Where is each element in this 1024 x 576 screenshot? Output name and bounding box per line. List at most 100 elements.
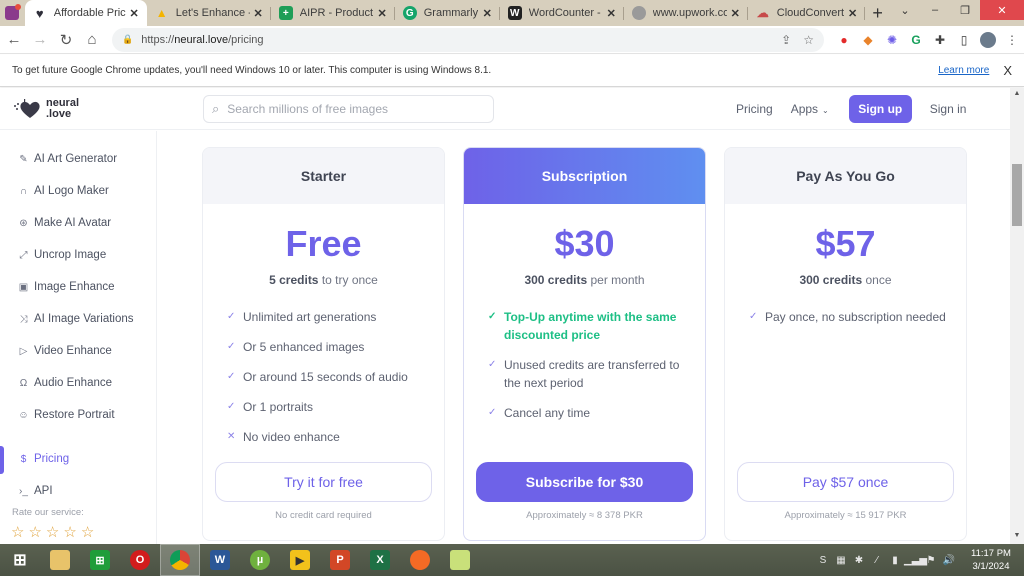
sidebar-item-label: Uncrop Image: [34, 249, 107, 261]
scroll-up-arrow-icon[interactable]: ▲: [1010, 90, 1024, 100]
reload-icon[interactable]: ↻: [54, 28, 78, 52]
star-icon[interactable]: ☆: [28, 525, 41, 541]
tab-cloudconvert[interactable]: ☁ CloudConvert ✕: [748, 0, 866, 26]
restore-button[interactable]: ❐: [950, 0, 980, 20]
more-menu-icon[interactable]: ⋮: [1000, 28, 1024, 52]
lock-icon[interactable]: 🔒: [122, 34, 133, 45]
system-clock[interactable]: 11:17 PM 3/1/2024: [962, 547, 1020, 573]
close-tab-icon[interactable]: ✕: [254, 7, 263, 20]
battery-tray-icon[interactable]: ▮: [886, 555, 904, 566]
scrollbar-thumb[interactable]: [1012, 164, 1022, 226]
close-tab-icon[interactable]: ✕: [731, 7, 740, 20]
try-for-free-button[interactable]: Try it for free: [215, 462, 432, 502]
excel-icon[interactable]: X: [360, 544, 400, 576]
media-player-icon[interactable]: ▶: [280, 544, 320, 576]
sidebar-item-api[interactable]: ›_ API: [18, 485, 53, 497]
firefox-icon[interactable]: [400, 544, 440, 576]
tab-grammarly[interactable]: G Grammarly ✕: [395, 0, 500, 26]
forward-arrow-icon[interactable]: →: [28, 28, 52, 52]
scroll-down-arrow-icon[interactable]: ▼: [1010, 532, 1024, 542]
word-icon[interactable]: W: [200, 544, 240, 576]
nav-pricing-link[interactable]: Pricing: [736, 102, 773, 116]
sidebar-item-ai-logo-maker[interactable]: ∩ AI Logo Maker: [18, 185, 109, 197]
extensions-puzzle-icon[interactable]: ✚: [928, 28, 952, 52]
plan-name: Pay As You Go: [725, 148, 966, 204]
sidebar-item-audio-enhance[interactable]: Ω Audio Enhance: [18, 377, 112, 389]
close-tab-icon[interactable]: ✕: [607, 7, 616, 20]
close-infobar-icon[interactable]: X: [1003, 63, 1012, 78]
network-signal-icon[interactable]: ▁▃▅: [904, 555, 927, 566]
tab-wordcounter[interactable]: W WordCounter - C ✕: [500, 0, 624, 26]
slack-tray-icon[interactable]: ✱: [850, 555, 868, 566]
minimize-button[interactable]: –: [920, 0, 950, 20]
star-icon[interactable]: ☆: [46, 525, 59, 541]
pay-once-button[interactable]: Pay $57 once: [737, 462, 954, 502]
tab-upwork[interactable]: www.upwork.com ✕: [624, 0, 748, 26]
sidebar-item-uncrop-image[interactable]: ⤢ Uncrop Image: [18, 249, 107, 261]
smile-icon: ☺: [18, 409, 29, 421]
tab-search-app-icon[interactable]: [0, 0, 25, 26]
sticky-notes-icon[interactable]: [440, 544, 480, 576]
star-icon[interactable]: ☆: [81, 525, 94, 541]
apps-label: Apps: [790, 102, 819, 116]
tab-affordable-pricing[interactable]: ♥ Affordable Pricing ✕: [24, 0, 147, 26]
sign-in-link[interactable]: Sign in: [930, 102, 967, 116]
address-bar[interactable]: 🔒 https://neural.love/pricing ⇪ ☆: [112, 27, 824, 52]
star-icon[interactable]: ☆: [63, 525, 76, 541]
terminal-icon: ›_: [19, 485, 28, 497]
sign-up-button[interactable]: Sign up: [848, 95, 912, 123]
page-scrollbar[interactable]: ▲ ▼: [1010, 88, 1024, 544]
close-tab-icon[interactable]: ✕: [378, 7, 387, 20]
sidebar-item-label: Audio Enhance: [34, 377, 113, 389]
side-panel-icon[interactable]: ▯: [952, 28, 976, 52]
new-tab-button[interactable]: +: [865, 0, 890, 26]
utorrent-icon[interactable]: µ: [240, 544, 280, 576]
star-icon[interactable]: ☆: [11, 525, 24, 541]
clock-time: 11:17 PM: [971, 548, 1011, 559]
sidebar-item-image-enhance[interactable]: ▣ Image Enhance: [18, 281, 115, 293]
skype-tray-icon[interactable]: S: [814, 555, 832, 566]
close-window-button[interactable]: ✕: [980, 0, 1024, 20]
windows-store-icon[interactable]: ⊞: [80, 544, 120, 576]
learn-more-link[interactable]: Learn more: [938, 65, 989, 76]
image-search-input[interactable]: ⌕ Search millions of free images: [203, 95, 494, 123]
volume-icon[interactable]: 🔊: [940, 555, 958, 566]
nav-apps-dropdown[interactable]: Apps ⌄: [791, 102, 829, 116]
sidebar-item-video-enhance[interactable]: ▷ Video Enhance: [18, 345, 112, 357]
sidebar-item-pricing[interactable]: $ Pricing: [18, 453, 69, 465]
sidebar-item-ai-art-generator[interactable]: ✎ AI Art Generator: [18, 153, 117, 165]
plan-credits: 300 credits once: [725, 273, 966, 287]
pen-tray-icon[interactable]: ⁄: [868, 555, 886, 566]
profile-avatar[interactable]: [976, 28, 1000, 52]
opera-extension-icon[interactable]: ●: [832, 28, 856, 52]
chrome-icon[interactable]: [160, 544, 200, 576]
sidebar-item-ai-image-variations[interactable]: ⤨ AI Image Variations: [18, 313, 134, 325]
action-center-flag-icon[interactable]: ⚑: [922, 555, 940, 566]
share-icon[interactable]: ⇪: [781, 33, 791, 47]
neural-love-logo[interactable]: neural .love: [12, 97, 79, 121]
back-arrow-icon[interactable]: ←: [2, 28, 26, 52]
bookmark-star-icon[interactable]: ☆: [803, 33, 814, 47]
app-tray-icon[interactable]: ▦: [832, 555, 850, 566]
close-tab-icon[interactable]: ✕: [483, 7, 492, 20]
metamask-extension-icon[interactable]: ◆: [856, 28, 880, 52]
tab-lets-enhance[interactable]: ▲ Let's Enhance - G ✕: [147, 0, 271, 26]
windows-start-icon[interactable]: ⊞: [0, 544, 40, 576]
subscribe-button[interactable]: Subscribe for $30: [476, 462, 693, 502]
sidebar-item-make-ai-avatar[interactable]: ⊛ Make AI Avatar: [18, 217, 111, 229]
feature-text: Or 5 enhanced images: [243, 340, 365, 354]
file-explorer-icon[interactable]: [40, 544, 80, 576]
opera-icon[interactable]: O: [120, 544, 160, 576]
sidebar-item-restore-portrait[interactable]: ☺ Restore Portrait: [18, 409, 114, 421]
grammarly-extension-icon[interactable]: G: [904, 28, 928, 52]
window-controls: ⌄ – ❐ ✕: [890, 0, 1024, 26]
close-tab-icon[interactable]: ✕: [130, 7, 139, 20]
close-tab-icon[interactable]: ✕: [848, 7, 857, 20]
tab-label: www.upwork.com: [652, 7, 727, 19]
sidebar-item-label: AI Art Generator: [34, 153, 118, 165]
home-icon[interactable]: ⌂: [80, 28, 104, 52]
powerpoint-icon[interactable]: P: [320, 544, 360, 576]
tab-list-dropdown-icon[interactable]: ⌄: [890, 0, 920, 20]
settings-extension-icon[interactable]: ✺: [880, 28, 904, 52]
tab-aipr[interactable]: + AIPR - Product R ✕: [271, 0, 395, 26]
